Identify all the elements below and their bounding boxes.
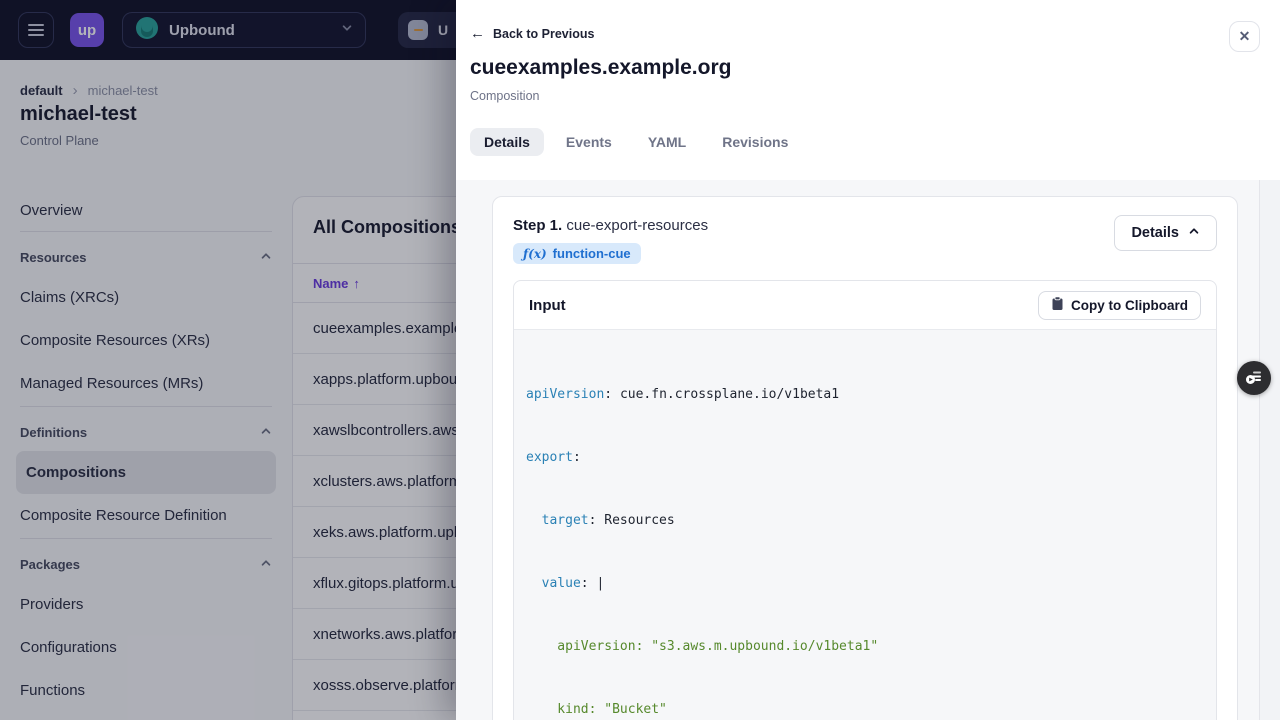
tab-revisions[interactable]: Revisions	[708, 128, 802, 156]
input-panel-title: Input	[529, 296, 566, 314]
back-to-previous-link[interactable]: ← Back to Previous	[470, 25, 595, 42]
drawer-title: cueexamples.example.org	[470, 56, 732, 79]
modal-backdrop[interactable]	[0, 0, 456, 720]
composition-details-drawer: ← Back to Previous ✕ cueexamples.example…	[456, 0, 1280, 720]
input-panel: Input Copy to Clipboard apiVersion: cue.…	[513, 280, 1217, 720]
function-badge-label: function-cue	[552, 246, 631, 261]
feedback-widget-button[interactable]	[1237, 361, 1271, 395]
fx-icon: ƒ(x)	[523, 246, 547, 261]
feedback-widget-icon	[1244, 367, 1264, 390]
tab-details[interactable]: Details	[470, 128, 544, 156]
clipboard-icon	[1051, 296, 1064, 314]
step-1-card: Step 1. cue-export-resources ƒ(x) functi…	[492, 196, 1238, 720]
copy-to-clipboard-button[interactable]: Copy to Clipboard	[1038, 290, 1201, 320]
drawer-body: Step 1. cue-export-resources ƒ(x) functi…	[456, 180, 1280, 720]
back-arrow-icon: ←	[470, 25, 485, 42]
function-badge: ƒ(x) function-cue	[513, 243, 641, 264]
tab-yaml[interactable]: YAML	[634, 128, 700, 156]
close-button[interactable]: ✕	[1229, 21, 1260, 52]
drawer-subtitle: Composition	[470, 89, 540, 103]
yaml-code-block: apiVersion: cue.fn.crossplane.io/v1beta1…	[514, 329, 1216, 720]
copy-label: Copy to Clipboard	[1071, 297, 1188, 313]
drawer-tabs: Details Events YAML Revisions	[470, 128, 802, 156]
step-1-title: Step 1. cue-export-resources	[513, 217, 709, 234]
close-icon: ✕	[1238, 28, 1251, 44]
scroll-gutter	[1259, 180, 1280, 720]
step-1-details-button[interactable]: Details	[1114, 215, 1217, 251]
tab-events[interactable]: Events	[552, 128, 626, 156]
drawer-header: ← Back to Previous ✕ cueexamples.example…	[456, 0, 1280, 180]
back-label: Back to Previous	[493, 27, 595, 41]
chevron-up-icon	[1188, 225, 1200, 241]
app-root: up Upbound U default › michael-test mich…	[0, 0, 1280, 720]
